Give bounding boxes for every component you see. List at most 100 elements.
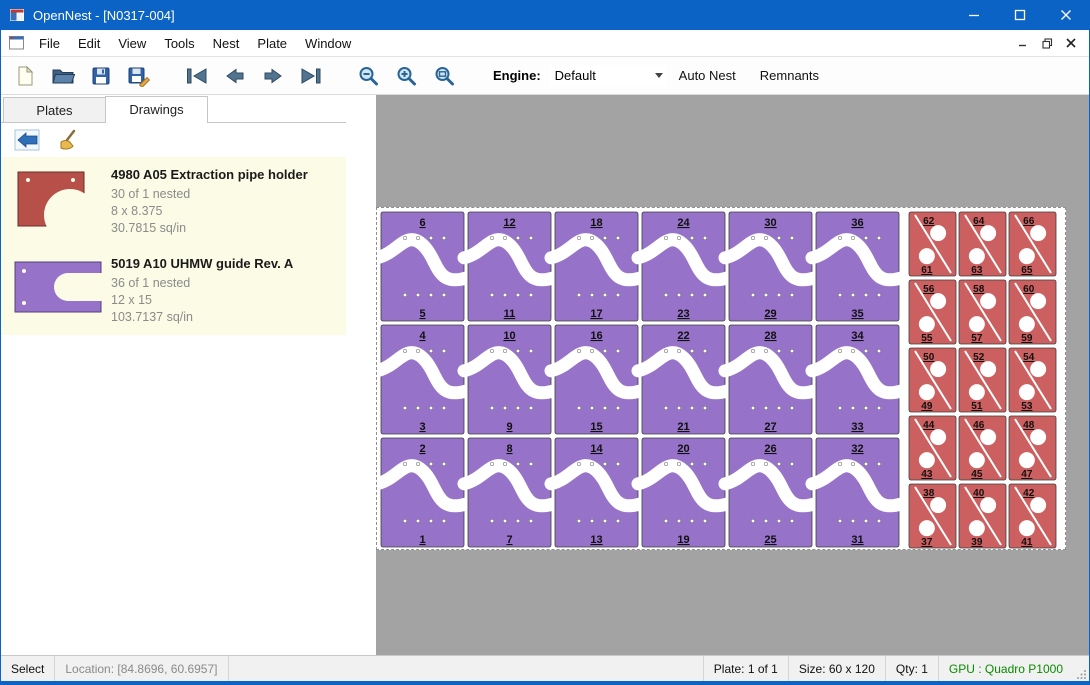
mdi-minimize-button[interactable]	[1011, 32, 1035, 54]
nested-part-pair-purple[interactable]: 1817	[551, 212, 642, 321]
nested-part-pair-purple[interactable]: 2221	[638, 325, 729, 434]
left-panel: Plates Drawings	[1, 95, 346, 655]
nested-part-pair-red[interactable]: 4039	[959, 484, 1006, 548]
engine-area: Engine: Default	[493, 65, 667, 87]
nested-part-pair-red[interactable]: 5251	[959, 348, 1006, 412]
menu-file[interactable]: File	[30, 31, 69, 56]
drawing-thumbnail	[13, 256, 111, 326]
remnants-button[interactable]: Remnants	[748, 68, 831, 83]
nested-part-pair-purple[interactable]: 3029	[725, 212, 816, 321]
nest-canvas[interactable]: 6512111817242330293635431091615222128273…	[346, 95, 1089, 655]
nested-part-pair-purple[interactable]: 3635	[812, 212, 903, 321]
part-number: 59	[1021, 333, 1033, 344]
menu-tools[interactable]: Tools	[155, 31, 203, 56]
nested-part-pair-purple[interactable]: 3231	[812, 438, 903, 547]
nested-part-pair-purple[interactable]: 1211	[464, 212, 555, 321]
engine-selected-value: Default	[555, 68, 596, 83]
menu-edit[interactable]: Edit	[69, 31, 109, 56]
app-icon	[9, 7, 25, 23]
nested-part-pair-red[interactable]: 4443	[909, 416, 956, 480]
resize-grip[interactable]	[1073, 656, 1089, 681]
save-button[interactable]	[85, 60, 117, 92]
nested-part-pair-red[interactable]: 4241	[1009, 484, 1056, 548]
minimize-button[interactable]	[951, 0, 997, 30]
part-number: 2	[419, 443, 425, 455]
nested-part-pair-red[interactable]: 3837	[909, 484, 956, 548]
tab-drawings[interactable]: Drawings	[105, 96, 208, 123]
maximize-button[interactable]	[997, 0, 1043, 30]
import-drawing-button[interactable]	[13, 127, 41, 153]
part-number: 39	[971, 537, 983, 548]
nested-part-pair-purple[interactable]: 21	[377, 438, 468, 547]
open-button[interactable]	[47, 60, 79, 92]
next-plate-button[interactable]	[257, 60, 289, 92]
previous-plate-button[interactable]	[219, 60, 251, 92]
drawing-list-item[interactable]: 5019 A10 UHMW guide Rev. A 36 of 1 neste…	[1, 246, 346, 335]
zoom-out-icon[interactable]	[353, 60, 385, 92]
nested-part-pair-red[interactable]: 5453	[1009, 348, 1056, 412]
nested-part-pair-red[interactable]: 5655	[909, 280, 956, 344]
engine-select[interactable]: Default	[549, 65, 667, 87]
drawing-list: 4980 A05 Extraction pipe holder 30 of 1 …	[1, 157, 346, 655]
status-gpu: GPU : Quadro P1000	[938, 656, 1073, 681]
zoom-group	[353, 60, 467, 92]
nested-part-pair-purple[interactable]: 2423	[638, 212, 729, 321]
menu-nest[interactable]: Nest	[204, 31, 249, 56]
menu-window[interactable]: Window	[296, 31, 360, 56]
status-mode: Select	[1, 656, 55, 681]
nested-part-pair-red[interactable]: 5049	[909, 348, 956, 412]
part-number: 26	[764, 443, 776, 455]
mdi-close-button[interactable]	[1059, 32, 1083, 54]
part-number: 48	[1023, 420, 1035, 431]
save-as-button[interactable]	[123, 60, 155, 92]
part-number: 18	[590, 217, 602, 229]
mdi-document-icon[interactable]	[9, 36, 24, 50]
titlebar: OpenNest - [N0317-004]	[1, 0, 1089, 30]
nested-part-pair-red[interactable]: 6059	[1009, 280, 1056, 344]
statusbar: Select Location: [84.8696, 60.6957] Plat…	[1, 655, 1089, 681]
part-number: 35	[851, 308, 863, 320]
menu-view[interactable]: View	[109, 31, 155, 56]
nested-part-pair-purple[interactable]: 109	[464, 325, 555, 434]
part-number: 5	[419, 308, 425, 320]
nested-part-pair-purple[interactable]: 87	[464, 438, 555, 547]
nested-part-pair-purple[interactable]: 2625	[725, 438, 816, 547]
zoom-fit-icon[interactable]	[429, 60, 461, 92]
tab-plates[interactable]: Plates	[3, 97, 106, 122]
nested-part-pair-purple[interactable]: 1615	[551, 325, 642, 434]
window-bottom-border	[1, 681, 1089, 685]
plate[interactable]: 6512111817242330293635431091615222128273…	[376, 207, 1066, 550]
nested-part-pair-red[interactable]: 48 47	[1009, 416, 1056, 480]
drawing-list-item[interactable]: 4980 A05 Extraction pipe holder 30 of 1 …	[1, 157, 346, 246]
part-number: 14	[590, 443, 603, 455]
navigation-group	[181, 60, 333, 92]
nested-part-pair-red[interactable]: 6463	[959, 212, 1006, 276]
nest-layout: 6512111817242330293635431091615222128273…	[377, 208, 1065, 549]
drawing-title: 5019 A10 UHMW guide Rev. A	[111, 256, 293, 271]
nested-part-pair-purple[interactable]: 3433	[812, 325, 903, 434]
part-number: 1	[419, 534, 425, 546]
nested-part-pair-purple[interactable]: 2827	[725, 325, 816, 434]
nested-part-pair-red[interactable]: 4645	[959, 416, 1006, 480]
nested-part-pair-purple[interactable]: 65	[377, 212, 468, 321]
part-number: 47	[1021, 469, 1033, 480]
nested-part-pair-purple[interactable]: 1413	[551, 438, 642, 547]
nested-part-pair-red[interactable]: 6261	[909, 212, 956, 276]
nested-part-pair-purple[interactable]: 43	[377, 325, 468, 434]
nested-part-pair-red[interactable]: 6665	[1009, 212, 1056, 276]
mdi-restore-button[interactable]	[1035, 32, 1059, 54]
auto-nest-button[interactable]: Auto Nest	[667, 68, 748, 83]
clear-broom-button[interactable]	[55, 127, 83, 153]
part-number: 3	[419, 421, 425, 433]
nested-part-pair-purple[interactable]: 2019	[638, 438, 729, 547]
part-number: 55	[921, 333, 933, 344]
part-number: 66	[1023, 216, 1035, 227]
last-plate-button[interactable]	[295, 60, 327, 92]
zoom-in-icon[interactable]	[391, 60, 423, 92]
first-plate-button[interactable]	[181, 60, 213, 92]
new-button[interactable]	[9, 60, 41, 92]
menu-plate[interactable]: Plate	[248, 31, 296, 56]
close-button[interactable]	[1043, 0, 1089, 30]
window-title: OpenNest - [N0317-004]	[33, 8, 951, 23]
nested-part-pair-red[interactable]: 5857	[959, 280, 1006, 344]
